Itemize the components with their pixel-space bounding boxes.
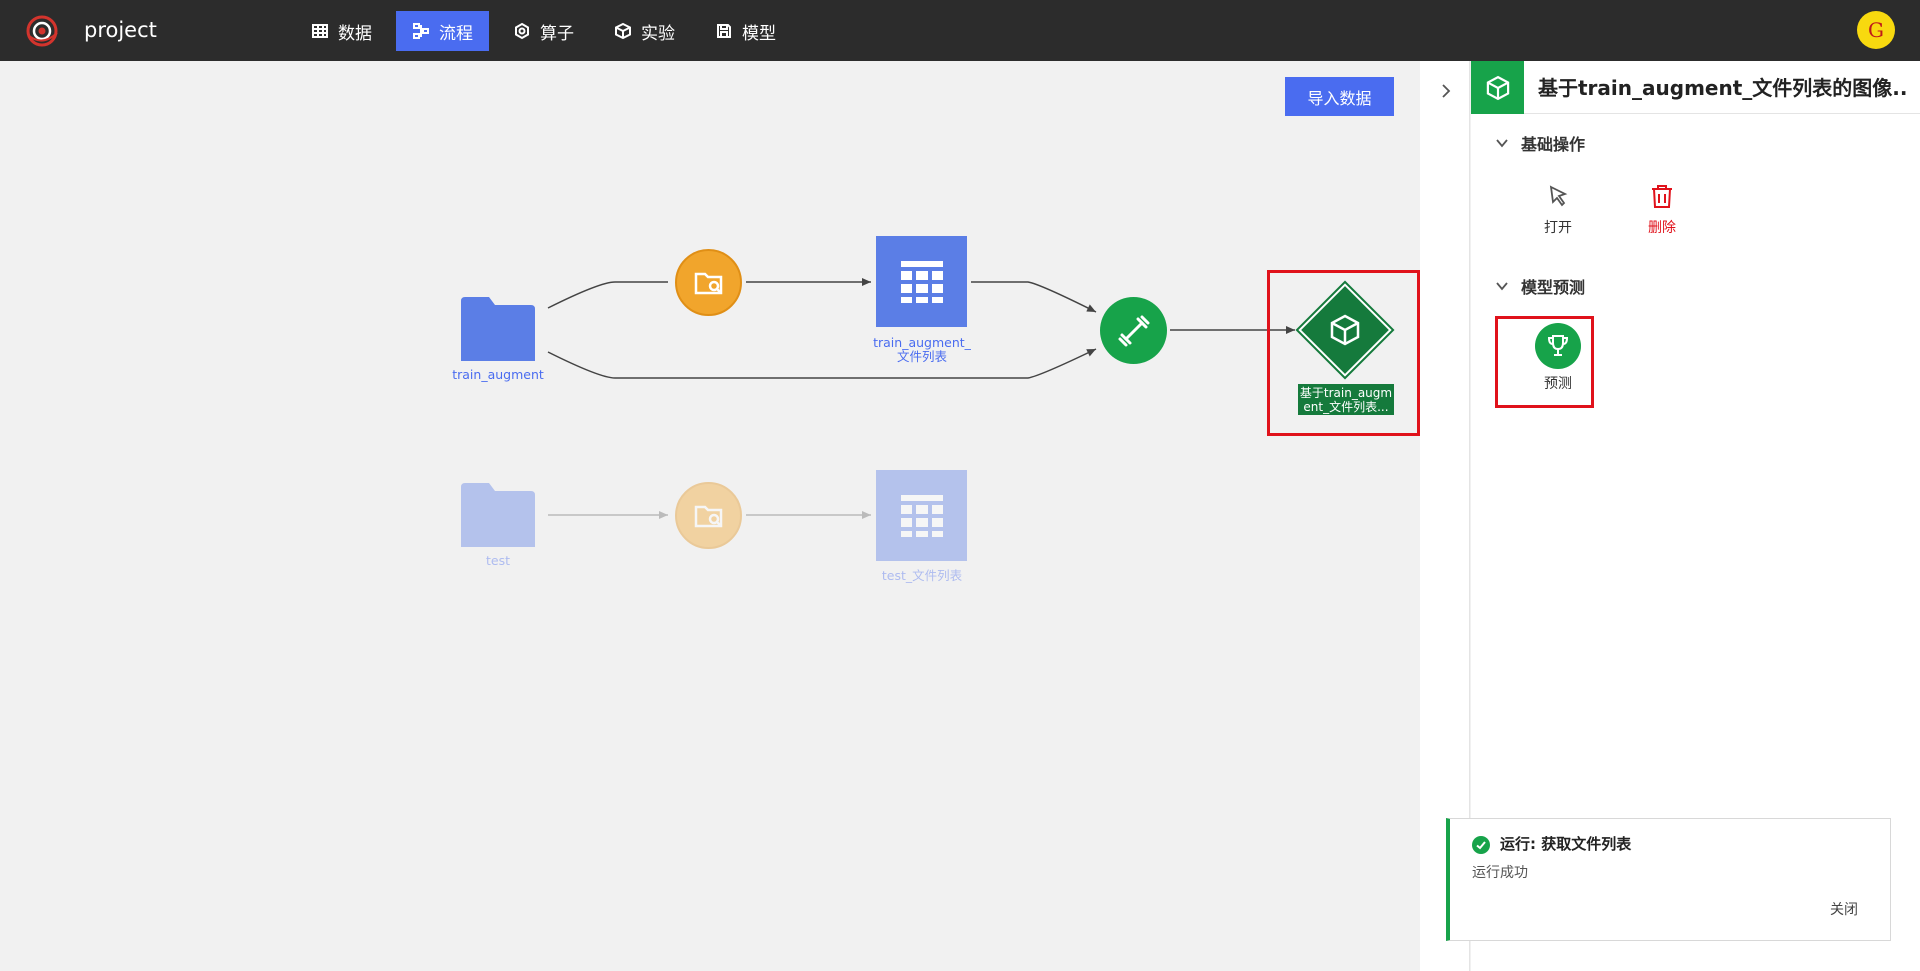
model-node-label: 基于train_augm ent_文件列表... — [1298, 384, 1394, 415]
panel-header-badge — [1471, 61, 1524, 114]
section-predict-title: 模型预测 — [1521, 278, 1586, 297]
check-circle-icon — [1472, 836, 1490, 854]
chevron-down-icon — [1496, 139, 1508, 148]
model-node[interactable] — [1298, 283, 1392, 377]
test-search-files-node[interactable] — [675, 482, 742, 549]
nav-data-label: 数据 — [338, 23, 372, 44]
nav-experiments-label: 实验 — [641, 23, 675, 44]
toast-close-button[interactable]: 关闭 — [1830, 901, 1858, 919]
test-table-node[interactable] — [876, 470, 967, 561]
test-table-label: test_文件列表 — [881, 568, 963, 583]
trophy-icon — [1547, 335, 1569, 356]
panel-header: 基于train_augment_文件列表的图像... — [1471, 61, 1920, 114]
nav-data[interactable]: 数据 — [295, 11, 388, 51]
table-icon — [312, 24, 328, 38]
cube-icon — [615, 22, 631, 40]
nav-workflow[interactable]: 流程 — [396, 11, 489, 51]
search-files-node[interactable] — [675, 249, 742, 316]
panel-title: 基于train_augment_文件列表的图像... — [1538, 76, 1908, 100]
table-grid-icon — [900, 494, 943, 537]
save-icon — [717, 24, 731, 38]
user-avatar[interactable]: G — [1857, 11, 1895, 49]
workflow-icon — [413, 23, 429, 39]
trash-icon — [1652, 185, 1672, 208]
main-nav: 数据 流程 算子 实验 模型 — [295, 11, 792, 51]
chevron-right-icon[interactable] — [1438, 83, 1454, 99]
nav-experiments[interactable]: 实验 — [598, 11, 691, 51]
train-folder-label: train_augment — [452, 367, 544, 382]
predict-action-badge — [1535, 323, 1581, 369]
top-bar: project 数据 流程 算子 实验 模型 G — [0, 0, 1920, 61]
cube-icon — [1330, 314, 1360, 346]
train-table-label: train_augment_ 文件列表 — [873, 335, 971, 364]
cursor-pointer-icon — [1549, 185, 1568, 207]
hexagon-icon — [515, 22, 529, 40]
folder-search-icon — [694, 272, 722, 294]
toast-title: 运行: 获取文件列表 — [1500, 835, 1632, 853]
train-table-node[interactable] — [876, 236, 967, 327]
predict-action[interactable]: 预测 — [1523, 323, 1593, 393]
folder-search-icon — [694, 505, 722, 527]
cube-icon — [1486, 75, 1509, 100]
chevron-down-icon — [1496, 282, 1508, 291]
predict-action-label: 预测 — [1544, 376, 1572, 392]
section-predict-toggle[interactable]: 模型预测 — [1495, 274, 1585, 298]
section-basic-toggle[interactable]: 基础操作 — [1495, 131, 1585, 155]
import-data-button[interactable]: 导入数据 — [1285, 77, 1394, 116]
nav-workflow-label: 流程 — [439, 23, 473, 44]
open-action[interactable]: 打开 — [1523, 183, 1593, 237]
toast-message: 运行成功 — [1472, 865, 1528, 881]
app-logo-icon[interactable] — [24, 13, 60, 49]
open-action-label: 打开 — [1544, 220, 1572, 236]
dumbbell-icon — [1118, 315, 1149, 346]
nav-models-label: 模型 — [742, 23, 776, 44]
test-folder-node[interactable] — [461, 483, 535, 547]
delete-action-label: 删除 — [1648, 220, 1676, 236]
delete-action[interactable]: 删除 — [1627, 183, 1697, 237]
nav-operators[interactable]: 算子 — [497, 11, 590, 51]
train-node[interactable] — [1100, 297, 1167, 364]
test-folder-label: test — [485, 553, 510, 568]
section-basic-title: 基础操作 — [1521, 135, 1586, 154]
nav-models[interactable]: 模型 — [699, 11, 792, 51]
notification-toast: 运行: 获取文件列表 运行成功 关闭 — [1446, 818, 1891, 941]
project-name[interactable]: project — [84, 16, 157, 44]
train-folder-node[interactable] — [461, 297, 535, 361]
table-grid-icon — [900, 260, 943, 303]
nav-operators-label: 算子 — [540, 23, 574, 44]
